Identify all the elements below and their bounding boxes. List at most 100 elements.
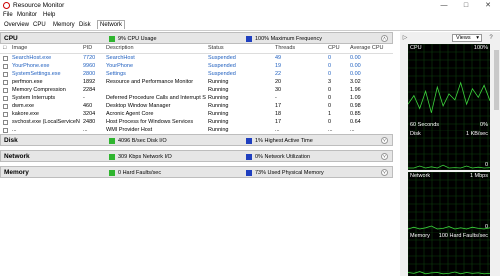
hard-faults-stat: 0 Hard Faults/sec <box>109 169 161 177</box>
cell-status: Running <box>208 119 229 125</box>
graph-plot <box>408 44 490 130</box>
cell-cpu: 3 <box>328 79 332 85</box>
col-image[interactable]: Image <box>12 44 27 53</box>
table-row[interactable]: System Interrupts - Deferred Procedure Cal… <box>0 94 393 102</box>
table-row[interactable]: Memory Compression 2284 Running 30 0 1.96 <box>0 86 393 94</box>
cell-image: dwm.exe <box>12 103 35 109</box>
cell-pid: ... <box>83 127 88 133</box>
col-pid[interactable]: PID <box>83 44 92 53</box>
cell-status: Running <box>208 79 229 85</box>
collapse-pane-icon[interactable]: ▷ <box>402 34 408 42</box>
green-square-icon <box>109 154 115 160</box>
row-checkbox[interactable] <box>3 95 8 101</box>
col-average-cpu[interactable]: Average CPU <box>350 44 384 53</box>
network-graph-title: Network <box>410 173 431 179</box>
cell-image: svchost.exe (LocalServiceNo... <box>12 119 80 125</box>
table-row[interactable]: SearchHost.exe 7720 SearchHost Suspended 49 0… <box>0 54 393 62</box>
resource-monitor-window: Resource Monitor — □ ✕ File Monitor Help… <box>0 0 500 276</box>
chevron-down-icon[interactable]: ˅ <box>381 137 388 144</box>
col-threads[interactable]: Threads <box>275 44 295 53</box>
row-checkbox[interactable] <box>3 111 8 117</box>
scrollbar-thumb[interactable] <box>494 50 499 110</box>
used-memory-stat: 73% Used Physical Memory <box>246 169 324 177</box>
cell-avg: ... <box>350 127 355 133</box>
network-section-header[interactable]: Network 309 Kbps Network I/O 0% Network … <box>0 150 393 162</box>
row-checkbox[interactable] <box>3 127 8 133</box>
row-checkbox[interactable] <box>3 119 8 125</box>
cell-desc: Host Process for Windows Services <box>106 119 194 125</box>
menu-help[interactable]: Help <box>43 11 55 20</box>
table-row[interactable]: SystemSettings.exe 2800 Settings Suspended 2… <box>0 70 393 78</box>
row-checkbox[interactable] <box>3 87 8 93</box>
chevron-up-icon[interactable]: ˄ <box>381 35 388 42</box>
tab-disk[interactable]: Disk <box>77 21 93 29</box>
cell-cpu: ... <box>328 127 333 133</box>
cpu-section-header[interactable]: CPU 9% CPU Usage 100% Maximum Frequency … <box>0 32 393 44</box>
views-dropdown[interactable]: Views ▾ <box>452 34 482 42</box>
table-row[interactable]: perfmon.exe 1892 Resource and Performance … <box>0 78 393 86</box>
disk-active-time-stat: 1% Highest Active Time <box>246 137 313 145</box>
cell-cpu: 0 <box>328 71 332 77</box>
cell-cpu: 0 <box>328 55 332 61</box>
cell-image: ... <box>12 127 17 133</box>
tab-memory[interactable]: Memory <box>51 21 77 29</box>
cell-threads: ... <box>275 127 280 133</box>
chevron-down-icon[interactable]: ˅ <box>381 169 388 176</box>
row-checkbox[interactable] <box>3 79 8 85</box>
cell-avg: 0.98 <box>350 103 361 109</box>
cell-desc: YourPhone <box>106 63 134 69</box>
cell-threads: 30 <box>275 87 282 93</box>
tab-cpu[interactable]: CPU <box>31 21 48 29</box>
graph-plot <box>408 172 490 232</box>
cell-avg: 0.00 <box>350 55 361 61</box>
close-icon[interactable]: ✕ <box>478 0 498 11</box>
disk-section-header[interactable]: Disk 4096 B/sec Disk I/O 1% Highest Acti… <box>0 134 393 146</box>
blue-square-icon <box>246 154 252 160</box>
row-checkbox[interactable] <box>3 63 8 69</box>
cpu-usage-stat: 9% CPU Usage <box>109 35 157 43</box>
resource-monitor-icon <box>3 2 10 9</box>
memory-graph-max: 100 Hard Faults/sec <box>438 233 488 239</box>
row-checkbox[interactable] <box>3 55 8 61</box>
graph-trace <box>408 225 490 230</box>
disk-graph-min: 0 <box>484 162 488 168</box>
row-checkbox[interactable] <box>3 103 8 109</box>
col-status[interactable]: Status <box>208 44 224 53</box>
help-icon[interactable]: ? <box>488 34 494 42</box>
menu-file[interactable]: File <box>3 11 13 20</box>
table-row[interactable]: kakore.exe 3204 Acronic Agent Core Running 1… <box>0 110 393 118</box>
blue-square-icon <box>246 36 252 42</box>
col-cpu[interactable]: CPU <box>328 44 340 53</box>
network-io-stat: 309 Kbps Network I/O <box>109 153 172 161</box>
disk-graph-max: 1 KB/sec <box>465 131 488 137</box>
chevron-down-icon[interactable]: ˅ <box>381 153 388 160</box>
disk-io-stat: 4096 B/sec Disk I/O <box>109 137 167 145</box>
tab-network[interactable]: Network <box>97 20 126 29</box>
tab-bar: Overview CPU Memory Disk Network <box>0 20 500 31</box>
blue-square-icon <box>246 138 252 144</box>
cell-image: SearchHost.exe <box>12 55 52 61</box>
cell-pid: - <box>83 95 85 101</box>
cell-threads: - <box>275 95 277 101</box>
minimize-icon[interactable]: — <box>434 0 454 11</box>
memory-section-header[interactable]: Memory 0 Hard Faults/sec 73% Used Physic… <box>0 166 393 178</box>
tab-overview[interactable]: Overview <box>2 21 31 29</box>
col-description[interactable]: Description <box>106 44 134 53</box>
row-checkbox[interactable] <box>3 71 8 77</box>
cell-status: Running <box>208 103 229 109</box>
col-image-checkbox-icon[interactable]: □ <box>3 44 6 53</box>
cpu-frequency-stat: 100% Maximum Frequency <box>246 35 322 43</box>
cell-avg: 0.85 <box>350 111 361 117</box>
menu-monitor[interactable]: Monitor <box>17 11 37 20</box>
cell-status: Suspended <box>208 55 236 61</box>
table-row[interactable]: svchost.exe (LocalServiceNo... 2480 Host P… <box>0 118 393 126</box>
disk-section-label: Disk <box>4 137 18 144</box>
table-row[interactable]: YourPhone.exe 9960 YourPhone Suspended 19 0 0.… <box>0 62 393 70</box>
table-row[interactable]: ...... WMI Provider Host Running......... <box>0 126 393 134</box>
maximize-icon[interactable]: □ <box>456 0 476 11</box>
network-graph-max: 1 Mbps <box>469 173 488 179</box>
cell-cpu: 0 <box>328 103 332 109</box>
graphs-scrollbar[interactable] <box>493 44 500 276</box>
table-row[interactable]: dwm.exe 460 Desktop Window Manager Running 1… <box>0 102 393 110</box>
cell-desc: Acronic Agent Core <box>106 111 154 117</box>
